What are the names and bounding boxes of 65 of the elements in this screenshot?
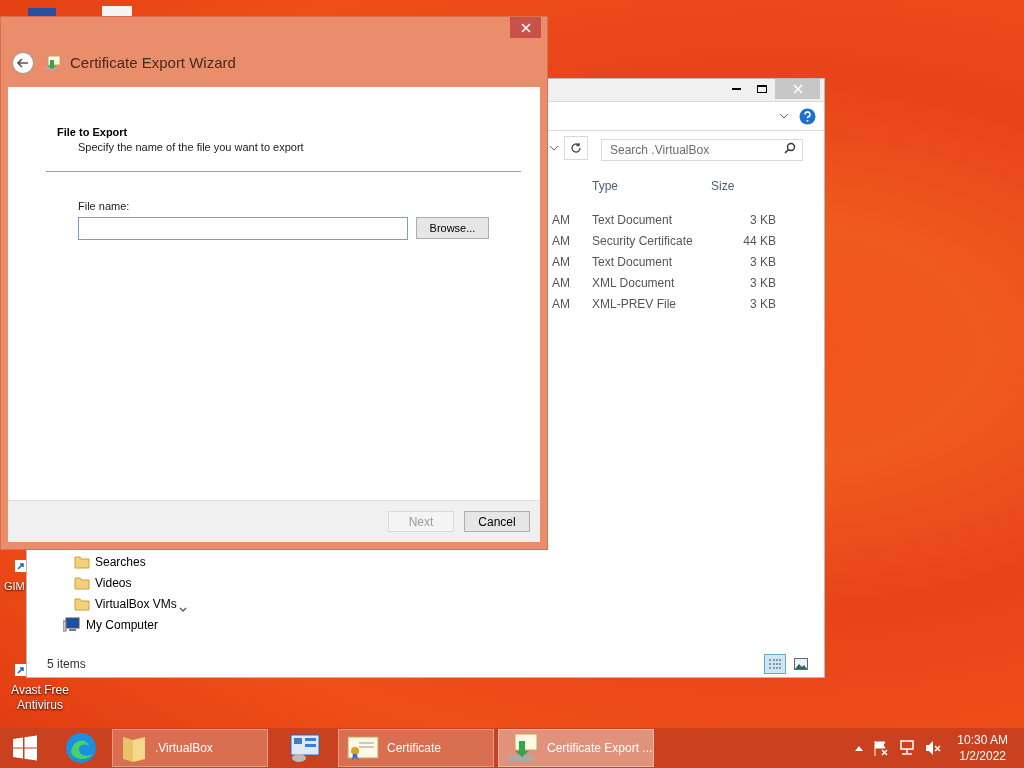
windows-logo-icon[interactable] (12, 735, 38, 761)
window-title: Certificate Export Wizard (70, 52, 236, 73)
table-cell-text: AM (552, 232, 571, 250)
table-cell-text: 3 KB (749, 274, 776, 292)
certificate-export-icon (43, 55, 61, 71)
table-cell-text: AM (552, 274, 571, 292)
section-description: Specify the name of the file you want to export (77, 140, 305, 155)
table-cell-text: 3 KB (749, 211, 776, 229)
browse-button[interactable]: Browse... (416, 217, 489, 239)
nav-item[interactable]: VirtualBox VMs (27, 593, 191, 614)
close-icon (792, 84, 803, 94)
network-icon[interactable] (899, 740, 916, 756)
close-button[interactable] (510, 17, 541, 38)
refresh-button[interactable] (564, 136, 588, 160)
nav-item[interactable]: My Computer (27, 614, 191, 635)
chevron-up-icon[interactable] (855, 745, 864, 751)
table-cell-text: 44 KB (742, 232, 776, 250)
file-name-field[interactable] (78, 216, 408, 240)
nav-item[interactable]: Searches (27, 551, 191, 572)
search-icon (784, 142, 796, 154)
table-cell-text: Text Document (592, 253, 674, 271)
table-cell-text: AM (552, 211, 571, 229)
certificate-export-icon (507, 733, 539, 763)
section-heading: File to Export (57, 125, 129, 139)
table-cell-text: Security Certificate (592, 232, 694, 250)
column-header[interactable]: Size (711, 177, 771, 195)
clock-date[interactable]: 1/2/2022 (959, 748, 1006, 764)
clock-time[interactable]: 10:30 AM (957, 732, 1008, 748)
folder-icon (74, 574, 90, 591)
table-cell-text: XML Document (592, 274, 676, 292)
desktop-icon-label[interactable]: GIM (4, 578, 25, 595)
status-text: 5 items (47, 655, 86, 673)
details-view-button[interactable] (764, 653, 786, 674)
chevron-down-icon[interactable] (549, 145, 559, 151)
desktop-icon-label[interactable]: Avast Free Antivirus (6, 683, 74, 713)
search-field[interactable]: Search .VirtualBox (601, 139, 803, 161)
list-icon (768, 657, 782, 670)
back-arrow-icon (17, 58, 29, 68)
column-header[interactable]: Type (549, 177, 711, 195)
table-cell-text: 3 KB (749, 253, 776, 271)
cancel-button[interactable]: Cancel (464, 511, 530, 532)
shortcut-icon[interactable] (15, 560, 27, 572)
chevron-down-icon[interactable] (779, 113, 789, 119)
flag-icon[interactable] (873, 740, 890, 756)
muted-speaker-icon[interactable] (925, 740, 942, 756)
table-cell-text: AM (552, 295, 571, 313)
back-button[interactable] (12, 52, 34, 74)
close-icon (520, 22, 531, 33)
table-cell-text: 3 KB (749, 295, 776, 313)
folder-icon (74, 595, 90, 612)
table-cell-text: Text Document (592, 211, 674, 229)
field-label: File name: (78, 199, 131, 214)
folder-icon (74, 553, 90, 570)
shortcut-icon[interactable] (15, 664, 27, 676)
nav-item[interactable]: Videos (27, 572, 191, 593)
control-panel-icon[interactable] (289, 733, 321, 763)
scroll-down-icon[interactable] (179, 607, 187, 613)
image-icon (794, 657, 808, 670)
computer-icon (63, 616, 81, 633)
certificate-icon (347, 735, 379, 761)
table-cell-text: AM (552, 253, 571, 271)
refresh-icon (570, 142, 582, 154)
help-icon[interactable] (799, 107, 816, 125)
browser-icon[interactable] (65, 732, 97, 764)
table-cell-text: XML-PREV File (592, 295, 678, 313)
